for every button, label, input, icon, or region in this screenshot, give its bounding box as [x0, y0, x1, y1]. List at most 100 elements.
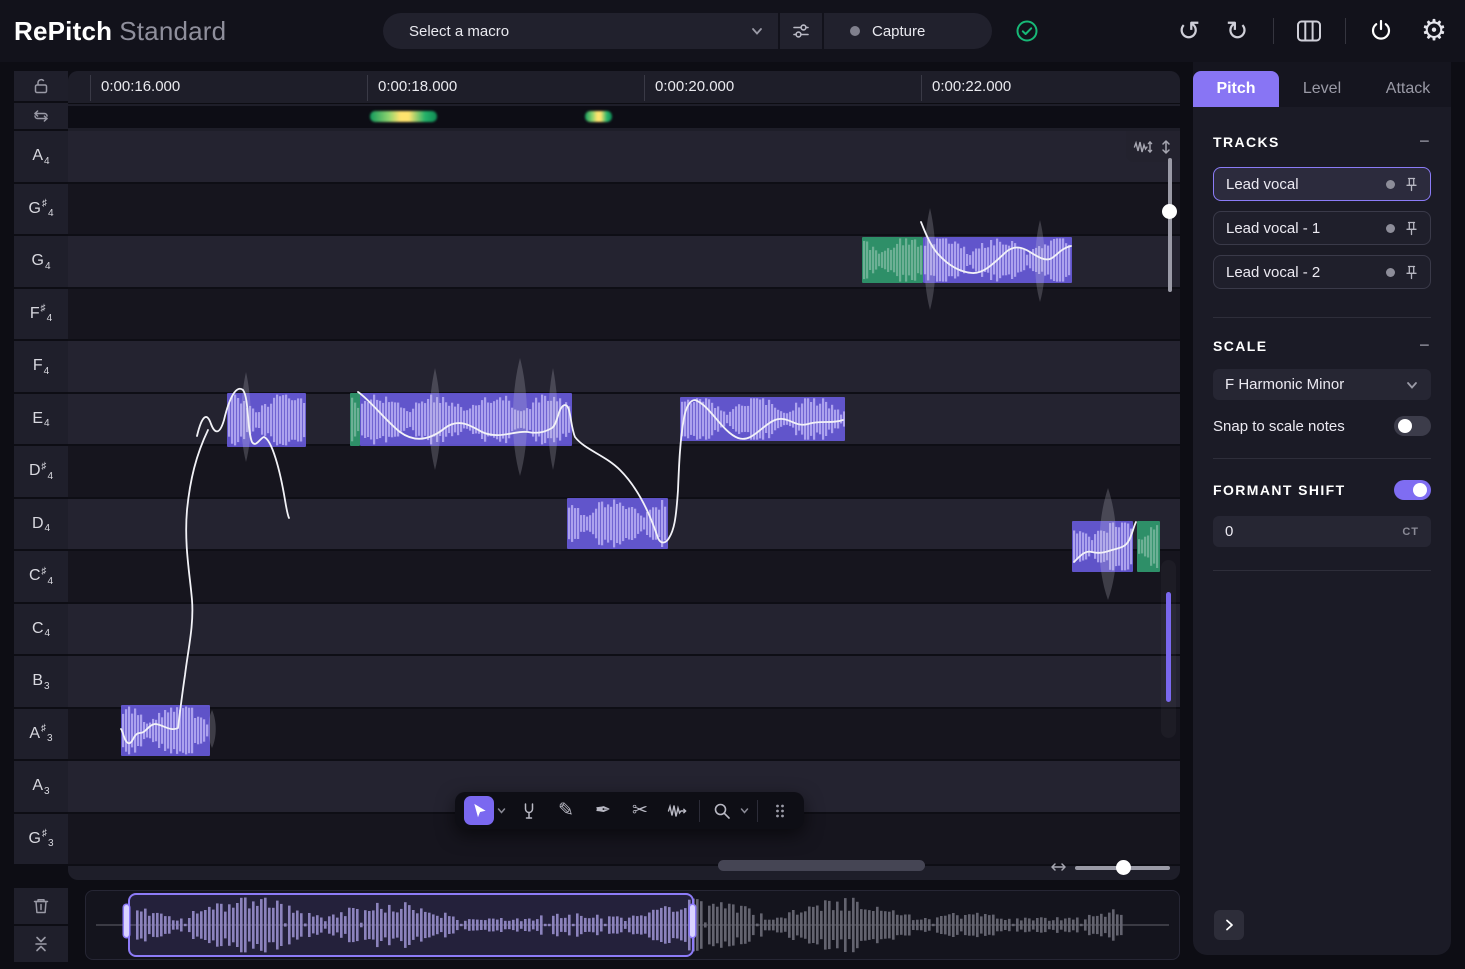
note-label-F4[interactable]: F4: [14, 341, 68, 392]
note-waveform: [923, 237, 1072, 283]
vertical-scrollbar-thumb[interactable]: [1166, 592, 1171, 702]
expand-vertical-icon[interactable]: [1159, 139, 1173, 155]
note-label-Ds4[interactable]: D♯4: [14, 446, 68, 497]
note-label-Gs4[interactable]: G♯4: [14, 184, 68, 235]
grid-row: [68, 709, 1180, 762]
unvoiced-block[interactable]: [1137, 521, 1160, 572]
track-item[interactable]: Lead vocal: [1213, 167, 1431, 201]
collapse-section-button[interactable]: −: [1419, 131, 1431, 152]
redo-button[interactable]: ↻: [1222, 0, 1252, 62]
note-label-A4[interactable]: A4: [14, 131, 68, 182]
lock-button[interactable]: [14, 71, 68, 101]
side-panel: PitchLevelAttack TRACKS − Lead vocal Lead…: [1193, 62, 1451, 955]
note-block[interactable]: [923, 237, 1072, 283]
tab-level[interactable]: Level: [1279, 71, 1365, 107]
note-label-Gs3[interactable]: G♯3: [14, 814, 68, 865]
collapse-section-button[interactable]: −: [1419, 335, 1431, 356]
snap-toggle[interactable]: [1394, 416, 1431, 436]
chevron-down-icon: [1405, 378, 1419, 392]
note-label-Fs4[interactable]: F♯4: [14, 289, 68, 340]
track-item[interactable]: Lead vocal - 2: [1213, 255, 1431, 289]
timeline[interactable]: 0:00:16.0000:00:18.0000:00:20.0000:00:22…: [68, 71, 1180, 104]
grid-row: [68, 604, 1180, 657]
gear-icon: ⚙: [1421, 17, 1447, 46]
horizontal-scrollbar[interactable]: [718, 860, 925, 871]
collapse-overview-button[interactable]: [14, 926, 68, 962]
note-label-A3[interactable]: A3: [14, 761, 68, 812]
horizontal-zoom-knob[interactable]: [1116, 860, 1131, 875]
select-tool-button[interactable]: [464, 796, 494, 825]
capture-ready-indicator: [1015, 0, 1039, 62]
selection-right-handle[interactable]: [690, 905, 695, 937]
overview-selection[interactable]: [128, 893, 694, 957]
delete-button[interactable]: [14, 888, 68, 924]
settings-button[interactable]: ⚙: [1418, 0, 1450, 62]
macro-settings-button[interactable]: [780, 13, 822, 49]
pencil-icon: ✎: [558, 801, 574, 820]
note-label-As3[interactable]: A♯3: [14, 709, 68, 760]
collapse-vertical-icon: [31, 934, 51, 954]
note-waveform: [862, 237, 923, 283]
vertical-zoom-slider[interactable]: [1168, 158, 1172, 292]
selection-left-handle[interactable]: [124, 905, 129, 937]
grip-dots-icon: [774, 803, 786, 819]
pen-tool-button[interactable]: ✒: [588, 796, 618, 825]
power-button[interactable]: [1366, 0, 1396, 62]
note-label-D4[interactable]: D4: [14, 499, 68, 550]
tracks-title: TRACKS: [1213, 134, 1280, 150]
note-block[interactable]: [121, 705, 210, 756]
app-title: RePitch Standard: [14, 0, 226, 62]
expand-horizontal-icon[interactable]: [1050, 859, 1067, 875]
note-block[interactable]: [1072, 521, 1133, 572]
note-label-G4[interactable]: G4: [14, 236, 68, 287]
layout-columns-button[interactable]: [1293, 0, 1325, 62]
track-item[interactable]: Lead vocal - 1: [1213, 211, 1431, 245]
tab-attack[interactable]: Attack: [1365, 71, 1451, 107]
check-circle-icon: [1015, 19, 1039, 43]
toolbar-separator: [1273, 18, 1274, 44]
note-label-E4[interactable]: E4: [14, 394, 68, 445]
note-block[interactable]: [227, 393, 306, 447]
audio-overview[interactable]: [85, 890, 1180, 960]
panel-next-button[interactable]: [1214, 910, 1244, 940]
scissors-tool-button[interactable]: ✂: [625, 796, 655, 825]
note-label-C4[interactable]: C4: [14, 604, 68, 655]
unvoiced-block[interactable]: [350, 393, 360, 446]
pencil-tool-button[interactable]: ✎: [551, 796, 581, 825]
scale-dropdown[interactable]: F Harmonic Minor: [1213, 369, 1431, 400]
piano-labels: A4G♯4G4F♯4F4E4D♯4D4C♯4C4B3A♯3A3G♯3: [14, 131, 68, 866]
sliders-icon: [791, 21, 811, 41]
formant-toggle[interactable]: [1394, 480, 1431, 500]
pin-icon[interactable]: [1405, 221, 1418, 236]
unvoiced-block[interactable]: [862, 237, 923, 283]
undo-button[interactable]: ↺: [1174, 0, 1204, 62]
note-label-B3[interactable]: B3: [14, 656, 68, 707]
note-block[interactable]: [567, 498, 668, 549]
tab-pitch[interactable]: Pitch: [1193, 71, 1279, 107]
formant-section-header: FORMANT SHIFT: [1213, 480, 1431, 500]
top-bar: RePitch Standard Select a macro Capture …: [0, 0, 1465, 62]
note-block[interactable]: [360, 393, 572, 446]
snap-to-scale-row: Snap to scale notes: [1213, 416, 1431, 436]
macro-dropdown[interactable]: Select a macro: [383, 13, 778, 49]
track-status-dot: [1386, 268, 1395, 277]
formant-shift-field[interactable]: 0 CT: [1213, 516, 1431, 547]
grid-row: [68, 341, 1180, 394]
toolbar-drag-handle[interactable]: [765, 796, 795, 825]
wave-zoom-icon[interactable]: [1133, 139, 1153, 155]
note-block[interactable]: [680, 397, 845, 441]
chevron-down-icon[interactable]: [739, 805, 750, 816]
pin-icon[interactable]: [1405, 177, 1418, 192]
grid-row: [68, 656, 1180, 709]
chevron-down-icon[interactable]: [496, 805, 507, 816]
note-label-Cs4[interactable]: C♯4: [14, 551, 68, 602]
vertical-zoom-knob[interactable]: [1162, 204, 1177, 219]
grid-row: [68, 184, 1180, 237]
zoom-tool-button[interactable]: [707, 796, 737, 825]
pin-icon[interactable]: [1405, 265, 1418, 280]
wave-tool-button[interactable]: [662, 796, 692, 825]
loudness-segment: [370, 111, 437, 122]
tuning-fork-tool-button[interactable]: [514, 796, 544, 825]
loop-button[interactable]: [14, 103, 68, 129]
capture-button[interactable]: Capture: [824, 13, 992, 49]
